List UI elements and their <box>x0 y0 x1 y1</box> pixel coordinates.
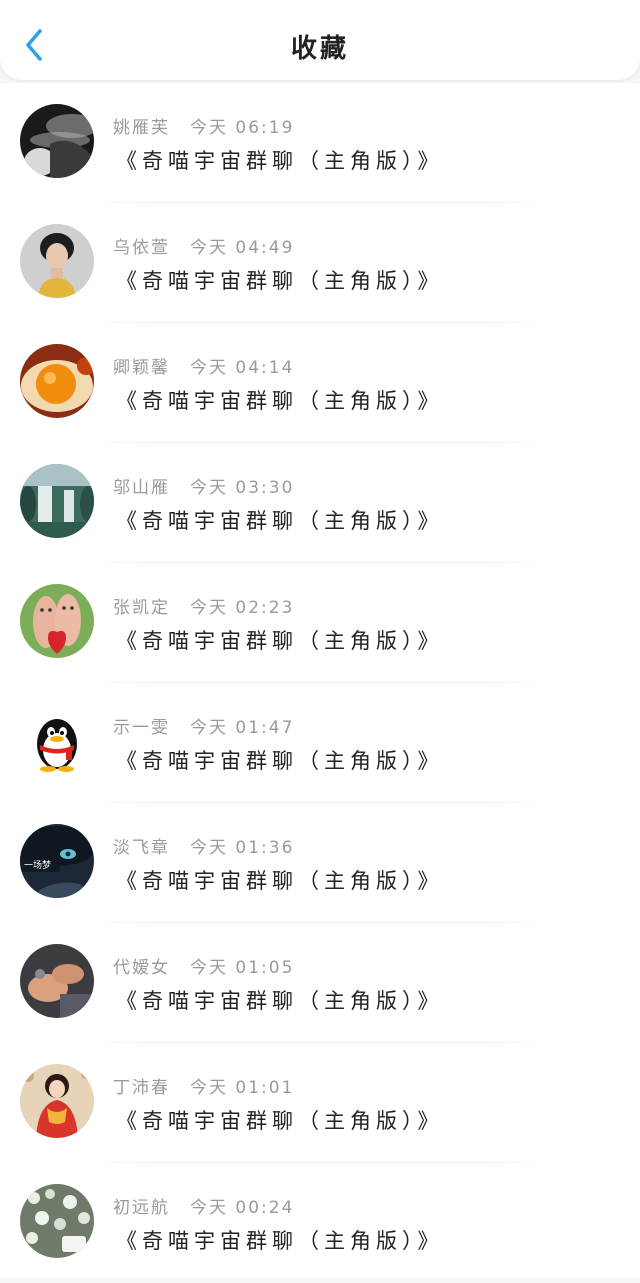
item-meta: 丁沛春 今天 01:01 <box>113 1073 294 1098</box>
timestamp: 今天 00:24 <box>190 1198 295 1218</box>
sender-name: 代嫒女 <box>113 958 170 978</box>
timestamp: 今天 03:30 <box>190 478 295 498</box>
avatar[interactable] <box>20 1184 94 1258</box>
favorite-message: 《奇喵宇宙群聊（主角版）》 <box>116 869 444 893</box>
favorite-message: 《奇喵宇宙群聊（主角版）》 <box>116 1109 444 1133</box>
sender-name: 邬山雁 <box>113 478 170 498</box>
favorite-message: 《奇喵宇宙群聊（主角版）》 <box>116 149 444 173</box>
top-bar: 收藏 <box>0 0 640 80</box>
avatar[interactable] <box>20 584 94 658</box>
list-item[interactable]: 示一雯 今天 01:47 《奇喵宇宙群聊（主角版）》 <box>0 683 640 803</box>
timestamp: 今天 01:05 <box>190 958 295 978</box>
item-meta: 邬山雁 今天 03:30 <box>113 473 294 498</box>
favorite-message: 《奇喵宇宙群聊（主角版）》 <box>116 749 444 773</box>
timestamp: 今天 04:14 <box>190 358 295 378</box>
timestamp: 今天 06:19 <box>190 118 295 138</box>
sender-name: 示一雯 <box>113 718 170 738</box>
list-item[interactable]: 初远航 今天 00:24 《奇喵宇宙群聊（主角版）》 <box>0 1163 640 1283</box>
sender-name: 淡飞章 <box>113 838 170 858</box>
list-item[interactable]: 姚雁芙 今天 06:19 《奇喵宇宙群聊（主角版）》 <box>0 83 640 203</box>
list-item[interactable]: 乌依萱 今天 04:49 《奇喵宇宙群聊（主角版）》 <box>0 203 640 323</box>
page-title: 收藏 <box>290 34 349 64</box>
favorite-message: 《奇喵宇宙群聊（主角版）》 <box>116 989 444 1013</box>
sender-name: 卿颖馨 <box>113 358 170 378</box>
list-item[interactable]: 张凯定 今天 02:23 《奇喵宇宙群聊（主角版）》 <box>0 563 640 683</box>
favorite-message: 《奇喵宇宙群聊（主角版）》 <box>116 269 444 293</box>
favorite-message: 《奇喵宇宙群聊（主角版）》 <box>116 629 444 653</box>
favorite-message: 《奇喵宇宙群聊（主角版）》 <box>116 509 444 533</box>
avatar[interactable]: 一场梦 <box>20 824 94 898</box>
item-meta: 卿颖馨 今天 04:14 <box>113 353 294 378</box>
timestamp: 今天 01:36 <box>190 838 295 858</box>
item-meta: 初远航 今天 00:24 <box>113 1193 294 1218</box>
favorite-message: 《奇喵宇宙群聊（主角版）》 <box>116 1229 444 1253</box>
item-meta: 姚雁芙 今天 06:19 <box>113 113 294 138</box>
sender-name: 丁沛春 <box>113 1078 170 1098</box>
favorite-message: 《奇喵宇宙群聊（主角版）》 <box>116 389 444 413</box>
item-meta: 张凯定 今天 02:23 <box>113 593 294 618</box>
list-item[interactable]: 卿颖馨 今天 04:14 《奇喵宇宙群聊（主角版）》 <box>0 323 640 443</box>
svg-text:一场梦: 一场梦 <box>24 860 51 871</box>
list-item[interactable]: 一场梦 淡飞章 今天 01:36 《奇喵宇宙群聊（主角版）》 <box>0 803 640 923</box>
item-meta: 代嫒女 今天 01:05 <box>113 953 294 978</box>
list-item[interactable]: 邬山雁 今天 03:30 《奇喵宇宙群聊（主角版）》 <box>0 443 640 563</box>
sender-name: 初远航 <box>113 1198 170 1218</box>
avatar[interactable] <box>20 104 94 178</box>
sender-name: 姚雁芙 <box>113 118 170 138</box>
avatar[interactable] <box>20 344 94 418</box>
timestamp: 今天 01:47 <box>190 718 295 738</box>
sender-name: 乌依萱 <box>113 238 170 258</box>
list-item[interactable]: 代嫒女 今天 01:05 《奇喵宇宙群聊（主角版）》 <box>0 923 640 1043</box>
penguin-icon <box>20 704 94 778</box>
sender-name: 张凯定 <box>113 598 170 618</box>
avatar[interactable] <box>20 464 94 538</box>
timestamp: 今天 01:01 <box>190 1078 295 1098</box>
list-item[interactable]: 丁沛春 今天 01:01 《奇喵宇宙群聊（主角版）》 <box>0 1043 640 1163</box>
avatar[interactable] <box>20 944 94 1018</box>
favorites-list: 姚雁芙 今天 06:19 《奇喵宇宙群聊（主角版）》 乌依萱 今天 04:49 《奇… <box>0 83 640 1278</box>
item-meta: 淡飞章 今天 01:36 <box>113 833 294 858</box>
avatar[interactable] <box>20 704 94 778</box>
item-meta: 示一雯 今天 01:47 <box>113 713 294 738</box>
avatar[interactable] <box>20 1064 94 1138</box>
item-meta: 乌依萱 今天 04:49 <box>113 233 294 258</box>
timestamp: 今天 02:23 <box>190 598 295 618</box>
avatar[interactable] <box>20 224 94 298</box>
timestamp: 今天 04:49 <box>190 238 295 258</box>
